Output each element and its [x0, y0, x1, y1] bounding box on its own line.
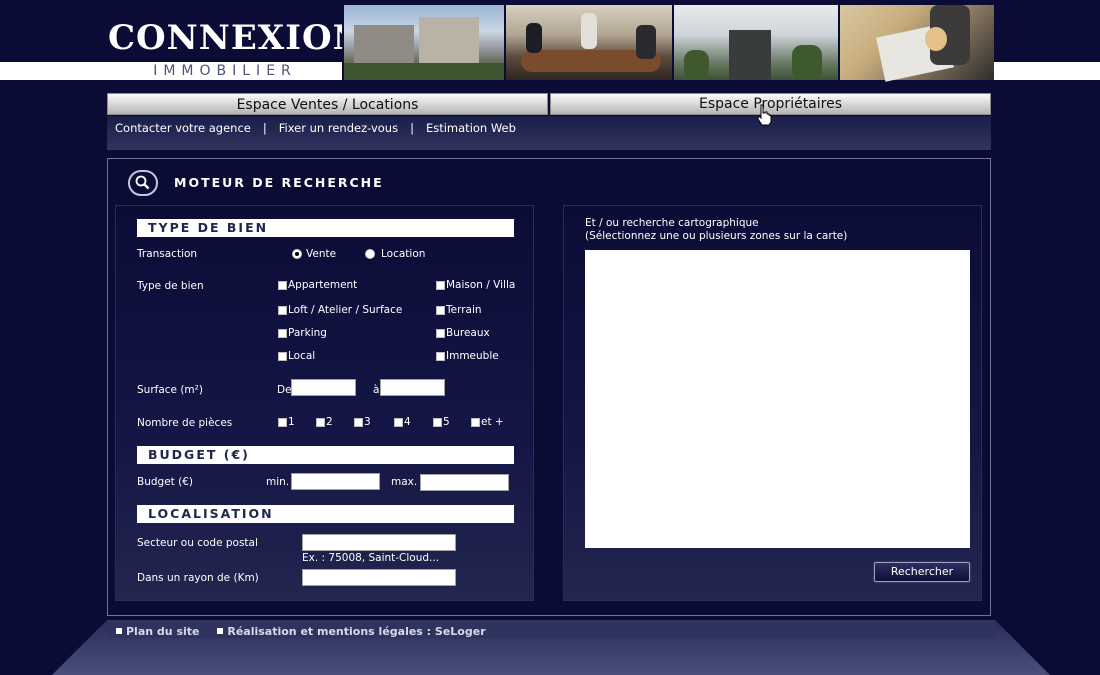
checkbox-parking-label: Parking: [288, 327, 327, 339]
secteur-input[interactable]: [302, 534, 456, 551]
checkbox-rooms-2-label: 2: [326, 416, 333, 428]
header-photo-facade: [672, 5, 840, 80]
checkbox-loft[interactable]: [278, 306, 287, 315]
radio-location-label: Location: [381, 248, 426, 260]
checkbox-rooms-2[interactable]: [316, 418, 325, 427]
square-bullet-icon: [217, 628, 224, 634]
checkbox-immeuble-label: Immeuble: [446, 350, 499, 362]
checkbox-local[interactable]: [278, 352, 287, 361]
checkbox-rooms-1-label: 1: [288, 416, 295, 428]
checkbox-immeuble[interactable]: [436, 352, 445, 361]
search-button[interactable]: Rechercher: [874, 562, 970, 582]
subnav-separator: |: [262, 121, 267, 135]
radio-location[interactable]: [365, 249, 375, 259]
subnav-link-estimation[interactable]: Estimation Web: [426, 121, 516, 135]
checkbox-rooms-5[interactable]: [433, 418, 442, 427]
budget-min-input[interactable]: [291, 473, 380, 490]
tab-espace-ventes-locations[interactable]: Espace Ventes / Locations: [107, 93, 548, 115]
radio-vente[interactable]: [292, 249, 302, 259]
secteur-label: Secteur ou code postal: [137, 537, 258, 549]
footer-link-mentions[interactable]: Réalisation et mentions légales : SeLoge…: [217, 625, 486, 638]
checkbox-terrain-label: Terrain: [446, 304, 482, 316]
checkbox-terrain[interactable]: [436, 306, 445, 315]
map-instructions-hint: (Sélectionnez une ou plusieurs zones sur…: [585, 230, 848, 242]
checkbox-local-label: Local: [288, 350, 316, 362]
map-area[interactable]: [585, 250, 970, 548]
section-header-localisation: LOCALISATION: [137, 505, 514, 523]
magnifier-icon: [128, 170, 158, 196]
budget-max-label: max.: [391, 476, 418, 488]
logo-subtitle: IMMOBILIER: [153, 63, 297, 79]
budget-min-label: min.: [266, 476, 290, 488]
budget-max-input[interactable]: [420, 474, 509, 491]
header-photo-meeting: [504, 5, 674, 80]
header-photo-building: [342, 5, 506, 80]
footer-link-plan[interactable]: Plan du site: [116, 625, 200, 638]
checkbox-maison-villa[interactable]: [436, 281, 445, 290]
transaction-label: Transaction: [137, 248, 198, 260]
header-stripe-right: [992, 62, 1100, 80]
radio-vente-label: Vente: [306, 248, 337, 260]
checkbox-rooms-more[interactable]: [471, 418, 480, 427]
checkbox-rooms-4-label: 4: [404, 416, 411, 428]
footer-link-mentions-label: Réalisation et mentions légales : SeLoge…: [227, 625, 486, 638]
logo-title: CONNEXION: [108, 18, 365, 58]
footer-link-plan-label: Plan du site: [126, 625, 200, 638]
footer-links: Plan du site Réalisation et mentions lég…: [116, 625, 486, 638]
checkbox-rooms-3[interactable]: [354, 418, 363, 427]
hand-pointer-icon: [757, 104, 772, 126]
checkbox-maison-villa-label: Maison / Villa: [446, 279, 516, 291]
surface-min-input[interactable]: [291, 379, 356, 396]
rayon-input[interactable]: [302, 569, 456, 586]
surface-to-label: à: [373, 384, 380, 396]
header-stripe-left: [0, 62, 108, 80]
checkbox-bureaux[interactable]: [436, 329, 445, 338]
section-header-type-de-bien: TYPE DE BIEN: [137, 219, 514, 237]
surface-max-input[interactable]: [380, 379, 445, 396]
checkbox-rooms-1[interactable]: [278, 418, 287, 427]
checkbox-rooms-4[interactable]: [394, 418, 403, 427]
map-instructions-title: Et / ou recherche cartographique: [585, 217, 759, 229]
header-photo-plans: [838, 5, 994, 82]
section-header-budget: BUDGET (€): [137, 446, 514, 464]
checkbox-appartement[interactable]: [278, 281, 287, 290]
subnav-link-rendez-vous[interactable]: Fixer un rendez-vous: [279, 121, 398, 135]
checkbox-rooms-more-label: et +: [481, 416, 504, 428]
square-bullet-icon: [116, 628, 122, 634]
subnav-link-contact[interactable]: Contacter votre agence: [115, 121, 251, 135]
surface-label: Surface (m²): [137, 384, 203, 396]
budget-label: Budget (€): [137, 476, 193, 488]
subnav: Contacter votre agence | Fixer un rendez-v…: [115, 121, 516, 135]
checkbox-loft-label: Loft / Atelier / Surface: [288, 304, 403, 316]
search-title: MOTEUR DE RECHERCHE: [174, 175, 384, 190]
subnav-separator: |: [410, 121, 414, 135]
checkbox-rooms-5-label: 5: [443, 416, 450, 428]
type-de-bien-label: Type de bien: [137, 280, 204, 292]
checkbox-appartement-label: Appartement: [288, 279, 358, 291]
surface-from-label: De: [277, 384, 292, 396]
rayon-label: Dans un rayon de (Km): [137, 572, 259, 584]
rooms-label: Nombre de pièces: [137, 417, 233, 429]
secteur-hint: Ex. : 75008, Saint-Cloud...: [302, 552, 440, 564]
checkbox-rooms-3-label: 3: [364, 416, 371, 428]
checkbox-bureaux-label: Bureaux: [446, 327, 490, 339]
checkbox-parking[interactable]: [278, 329, 287, 338]
